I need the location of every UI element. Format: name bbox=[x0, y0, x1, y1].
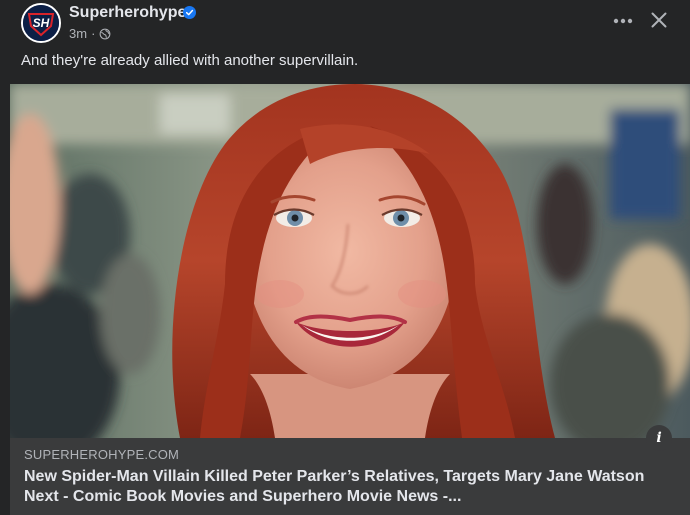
logo-initials: SH bbox=[33, 16, 50, 30]
post-link-image[interactable] bbox=[10, 84, 690, 438]
globe-icon[interactable] bbox=[99, 28, 111, 40]
post-caption: And they're already allied with another … bbox=[21, 52, 359, 69]
page-name-link[interactable]: Superherohype bbox=[69, 4, 186, 22]
info-icon[interactable]: i bbox=[646, 425, 672, 451]
link-preview-card[interactable]: SUPERHEROHYPE.COM New Spider-Man Villain… bbox=[10, 438, 690, 515]
post-meta: 3m · bbox=[69, 26, 111, 41]
superherohype-logo: SH bbox=[23, 5, 59, 41]
link-title[interactable]: New Spider-Man Villain Killed Peter Park… bbox=[24, 467, 664, 507]
page-avatar[interactable]: SH bbox=[21, 3, 61, 43]
more-horizontal-icon bbox=[613, 18, 633, 24]
link-domain: SUPERHEROHYPE.COM bbox=[24, 447, 180, 462]
post-header: SH Superherohype 3m · bbox=[0, 0, 690, 50]
meta-separator: · bbox=[91, 26, 96, 41]
verified-badge-icon bbox=[183, 6, 196, 19]
post-timestamp[interactable]: 3m bbox=[69, 26, 87, 41]
cafeteria-portrait-image bbox=[10, 84, 690, 438]
close-icon bbox=[651, 12, 667, 28]
more-options-button[interactable] bbox=[608, 8, 638, 34]
hide-post-button[interactable] bbox=[645, 6, 673, 34]
feed-post: SH Superherohype 3m · And they're alread… bbox=[0, 0, 690, 515]
